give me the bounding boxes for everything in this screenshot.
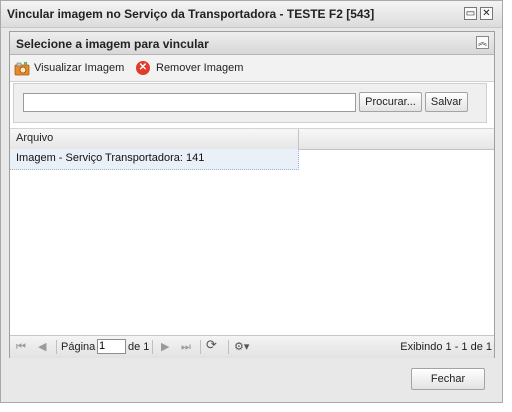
camera-icon — [14, 61, 30, 76]
browse-button[interactable]: Procurar... — [359, 92, 422, 112]
save-button[interactable]: Salvar — [425, 92, 468, 112]
grid-header: Arquivo — [10, 128, 494, 150]
image-panel: Selecione a imagem para vincular ︽ Visua… — [9, 31, 495, 358]
dialog-window: Vincular imagem no Serviço da Transporta… — [0, 0, 503, 403]
pager-bar: ⏮ ◀ Página 1 de 1 ▶ ⏭ ⟳ ⚙▾ Exibindo 1 - … — [10, 335, 494, 358]
remove-image-button[interactable]: ✕ Remover Imagem — [136, 60, 243, 76]
page-number-input[interactable]: 1 — [97, 339, 126, 354]
upload-area: Procurar... Salvar — [11, 83, 493, 124]
pager-divider — [152, 340, 153, 354]
page-label: Página — [61, 341, 96, 353]
page-count-label: de 1 — [128, 341, 150, 353]
table-row[interactable]: Imagem - Serviço Transportadora: 141 — [10, 149, 299, 170]
pager-divider — [228, 340, 229, 354]
pager-divider — [56, 340, 57, 354]
maximize-button[interactable]: ▭ — [464, 7, 477, 20]
refresh-icon[interactable]: ⟳ — [206, 338, 217, 352]
prev-page-icon[interactable]: ◀ — [38, 340, 46, 354]
panel-title: Selecione a imagem para vincular — [16, 37, 209, 51]
pager-divider — [200, 340, 201, 354]
upload-form: Procurar... Salvar — [13, 83, 487, 123]
collapse-panel-button[interactable]: ︽ — [476, 36, 489, 49]
column-header-arquivo[interactable]: Arquivo — [10, 129, 299, 149]
first-page-icon[interactable]: ⏮ — [16, 340, 26, 354]
remove-circle-icon: ✕ — [136, 61, 150, 75]
panel-header: Selecione a imagem para vincular ︽ — [10, 32, 494, 55]
view-image-button[interactable]: Visualizar Imagem — [14, 60, 124, 76]
settings-icon[interactable]: ⚙▾ — [234, 340, 249, 354]
close-button[interactable]: Fechar — [411, 368, 485, 390]
close-window-button[interactable]: ✕ — [480, 7, 493, 20]
next-page-icon[interactable]: ▶ — [161, 340, 169, 354]
window-title: Vincular imagem no Serviço da Transporta… — [7, 7, 375, 21]
view-image-label: Visualizar Imagem — [34, 62, 125, 74]
pager-status: Exibindo 1 - 1 de 1 — [400, 341, 492, 353]
file-path-input[interactable] — [23, 93, 356, 112]
remove-image-label: Remover Imagem — [156, 62, 244, 74]
last-page-icon[interactable]: ⏭ — [181, 340, 191, 354]
title-bar[interactable]: Vincular imagem no Serviço da Transporta… — [1, 1, 502, 28]
toolbar: Visualizar Imagem ✕ Remover Imagem — [10, 55, 494, 82]
